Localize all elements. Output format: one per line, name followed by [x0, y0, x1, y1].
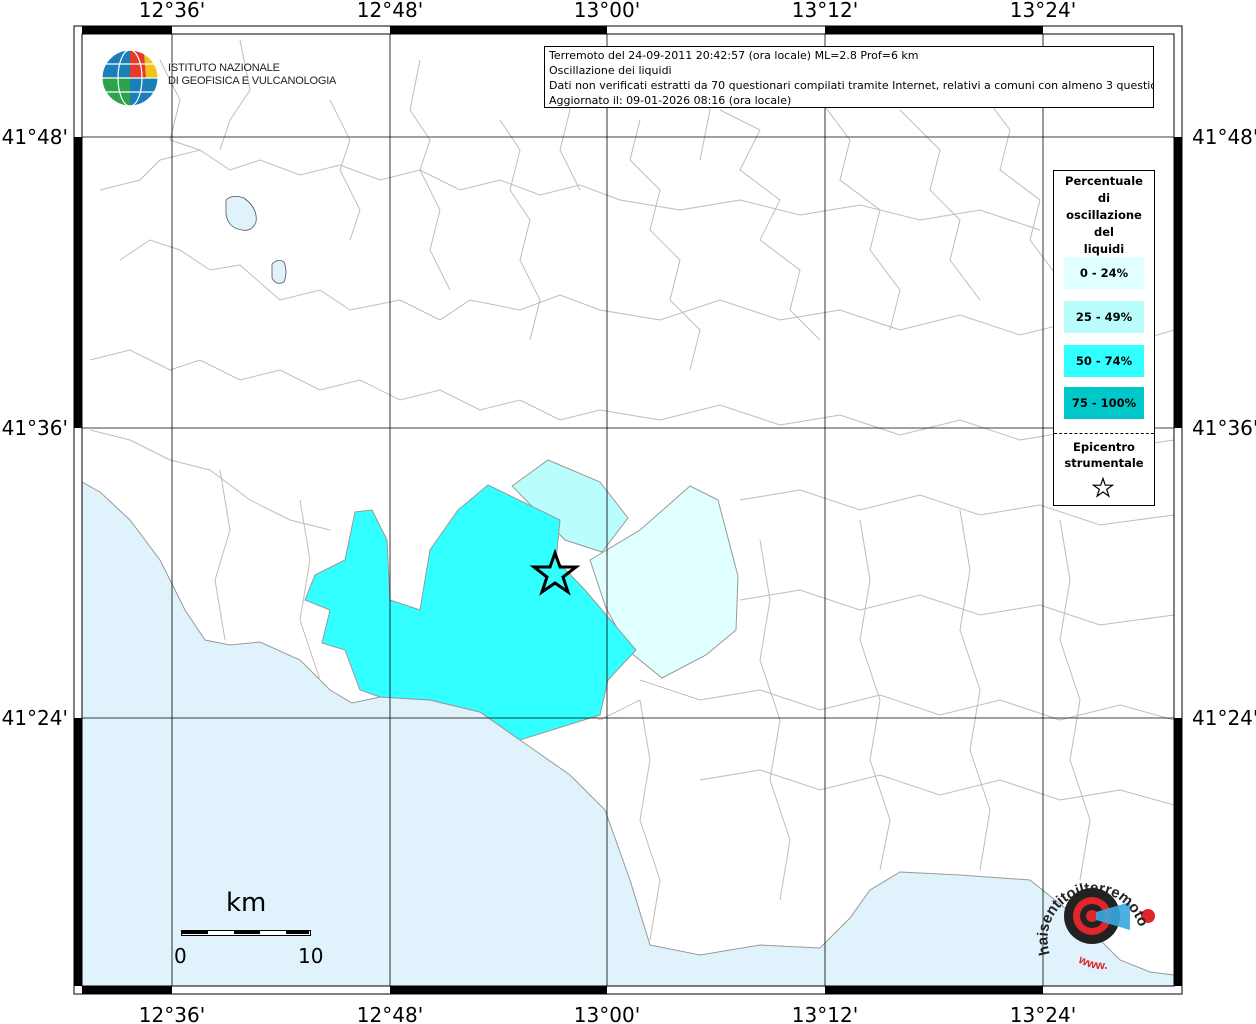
- legend-item: 50 - 74%: [1064, 345, 1144, 377]
- lon-tick-top: 13°12': [792, 0, 858, 22]
- scale-unit: km: [226, 888, 267, 918]
- legend-title: Percentuale di oscillazione del liquidi: [1065, 174, 1143, 256]
- legend-item: 75 - 100%: [1064, 387, 1144, 419]
- lat-tick-left: 41°48': [2, 125, 68, 149]
- scale-start: 0: [174, 944, 187, 968]
- legend: Percentuale di oscillazione del liquidi …: [1053, 170, 1155, 506]
- ingv-logo-text: ISTITUTO NAZIONALE DI GEOFISICA E VULCAN…: [168, 62, 336, 88]
- event-info-line: Aggiornato il: 09-01-2026 08:16 (ora loc…: [549, 94, 792, 107]
- event-info-line: Terremoto del 24-09-2011 20:42:57 (ora l…: [549, 49, 919, 62]
- lon-ticks-top: 12°36' 12°48' 13°00' 13°12' 13°24': [139, 0, 1076, 22]
- lat-tick-right: 41°36': [1192, 416, 1256, 440]
- lon-tick-bottom: 12°36': [139, 1003, 205, 1024]
- lat-tick-left: 41°36': [2, 416, 68, 440]
- lat-tick-left: 41°24': [2, 706, 68, 730]
- lon-tick-top: 12°36': [139, 0, 205, 22]
- lon-tick-bottom: 12°48': [357, 1003, 423, 1024]
- ingv-globe-icon: [101, 49, 159, 107]
- lat-ticks-right: 41°48' 41°36' 41°24': [1192, 125, 1256, 730]
- lon-tick-top: 13°00': [574, 0, 640, 22]
- scale-end: 10: [298, 944, 324, 968]
- lon-tick-bottom: 13°24': [1010, 1003, 1076, 1024]
- lat-ticks-left: 41°48' 41°36' 41°24': [2, 125, 68, 730]
- scale-bar: km 0 10: [170, 888, 330, 968]
- lon-ticks-bottom: 12°36' 12°48' 13°00' 13°12' 13°24': [139, 1003, 1076, 1024]
- lon-tick-top: 13°24': [1010, 0, 1076, 22]
- legend-item: 25 - 49%: [1064, 301, 1144, 333]
- hst-logo-www: www.: [1076, 952, 1108, 972]
- legend-item: 0 - 24%: [1064, 257, 1144, 289]
- scale-bar-graphic: [181, 930, 311, 936]
- lake-nemi: [271, 260, 287, 284]
- hst-logo: haisentitoilterremoto.it www.: [1030, 858, 1155, 972]
- ingv-logo-line1: ISTITUTO NAZIONALE: [168, 62, 280, 74]
- legend-epicenter-label: Epicentro strumentale: [1064, 440, 1144, 470]
- event-info-line: Dati non verificati estratti da 70 quest…: [549, 79, 1154, 92]
- lat-tick-right: 41°48': [1192, 125, 1256, 149]
- star-icon: [1092, 477, 1114, 498]
- legend-separator: [1054, 433, 1154, 434]
- event-info-box: Terremoto del 24-09-2011 20:42:57 (ora l…: [544, 46, 1154, 108]
- lon-tick-bottom: 13°12': [792, 1003, 858, 1024]
- lon-tick-top: 12°48': [357, 0, 423, 22]
- lat-tick-right: 41°24': [1192, 706, 1256, 730]
- lon-tick-bottom: 13°00': [574, 1003, 640, 1024]
- ingv-logo-line2: DI GEOFISICA E VULCANOLOGIA: [168, 75, 337, 87]
- event-info-line: Oscillazione dei liquidi: [549, 64, 672, 77]
